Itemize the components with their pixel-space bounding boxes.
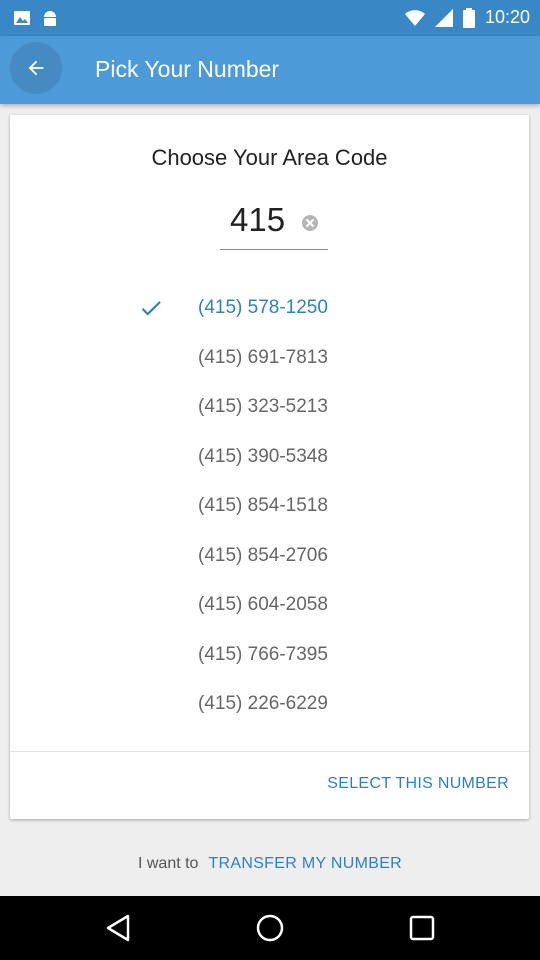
nav-recents-button[interactable] <box>406 912 438 944</box>
number-option[interactable]: (415) 604-2058 <box>10 582 529 632</box>
number-option[interactable]: (415) 390-5348 <box>10 434 529 484</box>
transfer-footer: I want to TRANSFER MY NUMBER <box>0 850 540 878</box>
clock: 10:20 <box>484 7 530 27</box>
page-title: Pick Your Number <box>95 56 280 82</box>
number-option[interactable]: (415) 323-5213 <box>10 384 529 434</box>
app-bar: Pick Your Number <box>0 36 540 104</box>
phone-number: (415) 226-6229 <box>198 693 328 714</box>
number-option[interactable]: (415) 578-1250 <box>10 285 529 335</box>
notification-icons <box>12 8 60 28</box>
card-heading: Choose Your Area Code <box>151 145 388 170</box>
android-notification-icon <box>44 11 56 26</box>
back-button[interactable] <box>10 42 62 94</box>
clear-icon[interactable] <box>302 215 318 231</box>
nav-home-icon <box>256 914 284 942</box>
nav-back-icon <box>106 914 130 942</box>
number-option[interactable]: (415) 226-6229 <box>10 681 529 731</box>
check-icon <box>141 301 161 316</box>
phone-number: (415) 390-5348 <box>198 445 328 467</box>
transfer-prefix: I want to <box>137 855 199 872</box>
number-picker-card: Choose Your Area Code 415 (415) 578-1250… <box>10 115 529 819</box>
number-list: (415) 578-1250 (415) 691-7813 (415) 323-… <box>10 285 529 731</box>
phone-number: (415) 578-1250 <box>198 297 328 318</box>
area-code-value: 415 <box>230 201 286 238</box>
nav-recents-icon <box>409 915 435 941</box>
number-option[interactable]: (415) 854-1518 <box>10 483 529 533</box>
number-option[interactable]: (415) 854-2706 <box>10 533 529 583</box>
signal-icon <box>434 8 453 27</box>
phone-number: (415) 854-1518 <box>198 495 328 516</box>
arrow-back-icon <box>28 60 44 76</box>
nav-home-button[interactable] <box>254 912 286 944</box>
number-option[interactable]: (415) 691-7813 <box>10 335 529 385</box>
area-code-input[interactable]: 415 <box>220 197 328 250</box>
divider <box>10 751 529 752</box>
nav-back-button[interactable] <box>102 912 134 944</box>
wifi-icon <box>404 9 425 26</box>
transfer-number-link[interactable]: TRANSFER MY NUMBER <box>208 855 402 873</box>
image-notification-icon <box>14 11 30 25</box>
phone-number: (415) 604-2058 <box>198 594 328 615</box>
battery-icon <box>462 7 475 28</box>
system-nav-bar <box>0 896 540 960</box>
phone-number: (415) 766-7395 <box>198 643 328 665</box>
status-bar: 10:20 <box>0 0 540 36</box>
phone-number: (415) 854-2706 <box>198 544 328 566</box>
select-number-button[interactable]: SELECT THIS NUMBER <box>327 775 509 793</box>
phone-number: (415) 691-7813 <box>198 346 328 368</box>
number-option[interactable]: (415) 766-7395 <box>10 632 529 682</box>
phone-number: (415) 323-5213 <box>198 396 328 417</box>
